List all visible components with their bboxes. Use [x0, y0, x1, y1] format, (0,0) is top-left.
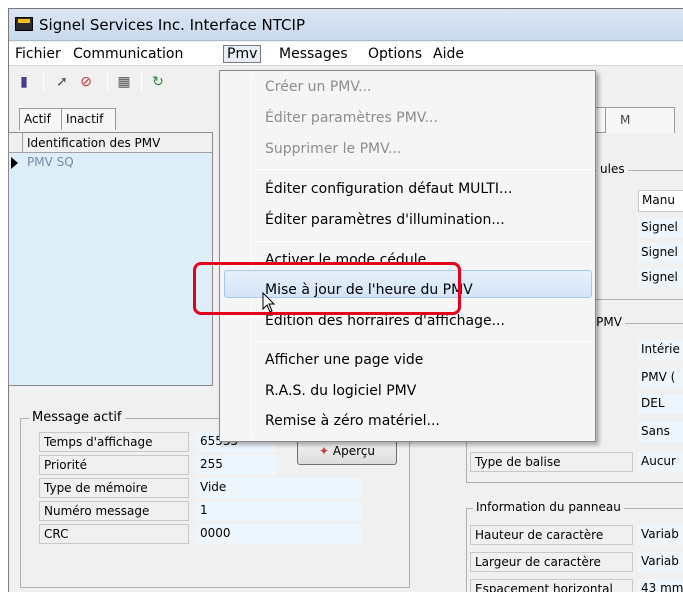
menu-item-remise-zero[interactable]: Remise à zéro matériel...	[265, 413, 440, 429]
field-label-temps: Temps d'affichage	[39, 432, 189, 452]
group1-legend: ules	[597, 162, 628, 176]
field-label-crc: CRC	[39, 524, 189, 544]
menu-messages[interactable]: Messages	[275, 45, 352, 63]
panel-value-hauteur: Variab	[638, 525, 683, 545]
no-entry-icon[interactable]: ⊘	[77, 73, 95, 91]
pmv-dropdown-menu: Créer un PMV... Éditer paramètres PMV...…	[219, 70, 596, 442]
menu-item-ras-logiciel[interactable]: R.A.S. du logiciel PMV	[265, 383, 416, 399]
panel-value-espacement: 43 mm	[638, 579, 683, 592]
grid-column-identification[interactable]: Identification des PMV	[27, 136, 160, 150]
table-row[interactable]: PMV SQ	[9, 153, 212, 173]
menu-communication[interactable]: Communication	[69, 45, 187, 63]
tab-actif[interactable]: Actif	[19, 108, 63, 130]
menu-options[interactable]: Options	[364, 45, 426, 63]
group2-value-2: PMV (	[638, 368, 683, 388]
wrench-icon[interactable]: ➚	[53, 73, 71, 91]
panel-label-largeur: Largeur de caractère	[470, 552, 633, 572]
field-value-crc: 0000	[196, 524, 361, 544]
menu-gutter	[251, 73, 252, 439]
message-actif-legend: Message actif	[29, 410, 125, 425]
grid-empty-area	[9, 173, 212, 385]
toolbar-separator	[43, 72, 44, 92]
group2-value-4: Sans	[638, 422, 683, 442]
menu-pmv[interactable]: Pmv	[223, 45, 262, 63]
menu-separator	[254, 169, 592, 170]
menu-separator	[254, 241, 592, 242]
row-pointer-icon	[11, 157, 18, 169]
app-logo-icon	[15, 17, 33, 31]
preview-icon: ✦	[319, 444, 333, 458]
pmv-row-label: PMV SQ	[27, 155, 74, 169]
menu-aide[interactable]: Aide	[429, 45, 468, 63]
tab-inactif[interactable]: Inactif	[61, 108, 116, 130]
panel-label-espacement: Espacement horizontal	[470, 579, 633, 592]
mode-select[interactable]: Manu	[638, 190, 683, 212]
field-label-numero: Numéro message	[39, 501, 189, 521]
tab-right-2[interactable]: M	[605, 107, 675, 133]
group1-value-2: Signel	[638, 218, 683, 238]
menu-item-creer-pmv[interactable]: Créer un PMV...	[265, 79, 372, 95]
mouse-cursor-icon	[262, 292, 276, 313]
menu-item-page-vide[interactable]: Afficher une page vide	[265, 352, 423, 368]
title-bar[interactable]: Signel Services Inc. Interface NTCIP	[9, 9, 683, 41]
pmv-grid: Identification des PMV PMV SQ	[8, 132, 213, 386]
field-value-numero: 1	[196, 501, 361, 521]
refresh-icon[interactable]: ↻	[149, 73, 167, 91]
group1-value-3: Signel	[638, 243, 683, 263]
menu-separator	[254, 341, 592, 342]
toolbar-separator	[141, 72, 142, 92]
menu-fichier[interactable]: Fichier	[11, 45, 65, 63]
menu-item-horaires-affichage[interactable]: Édition des horraires d'affichage...	[265, 313, 505, 329]
menu-bar: Fichier Communication Pmv Messages Optio…	[9, 42, 683, 66]
toolbar-separator	[107, 72, 108, 92]
menu-item-config-multi[interactable]: Éditer configuration défaut MULTI...	[265, 181, 512, 197]
grid-header: Identification des PMV	[9, 133, 212, 153]
group3-legend: Information du panneau	[473, 500, 624, 514]
highlight-annotation-box	[193, 262, 461, 315]
panel-label-hauteur: Hauteur de caractère	[470, 525, 633, 545]
field-label-memoire: Type de mémoire	[39, 478, 189, 498]
device-icon[interactable]: ▦	[115, 73, 133, 91]
apercu-label: Aperçu	[332, 444, 375, 458]
row-selector-header	[9, 133, 23, 153]
message-actif-group: Message actif Temps d'affichage 65535 Pr…	[20, 410, 410, 588]
field-label-priorite: Priorité	[39, 455, 189, 475]
menu-item-editer-parametres[interactable]: Éditer paramètres PMV...	[265, 110, 438, 126]
window-title: Signel Services Inc. Interface NTCIP	[39, 16, 305, 34]
balise-label: Type de balise	[470, 452, 633, 472]
panel-value-largeur: Variab	[638, 552, 683, 572]
field-value-priorite: 255	[196, 455, 276, 475]
menu-item-illumination[interactable]: Éditer paramètres d'illumination...	[265, 212, 505, 228]
group2-value-1: Intérie	[638, 340, 683, 360]
field-value-memoire: Vide	[196, 478, 361, 498]
balise-value: Aucur	[638, 452, 683, 472]
group1-value-4: Signel	[638, 268, 683, 288]
group2-value-3: DEL	[638, 394, 683, 414]
menu-item-supprimer-pmv[interactable]: Supprimer le PMV...	[265, 141, 401, 157]
door-icon[interactable]: ▮	[15, 73, 33, 91]
